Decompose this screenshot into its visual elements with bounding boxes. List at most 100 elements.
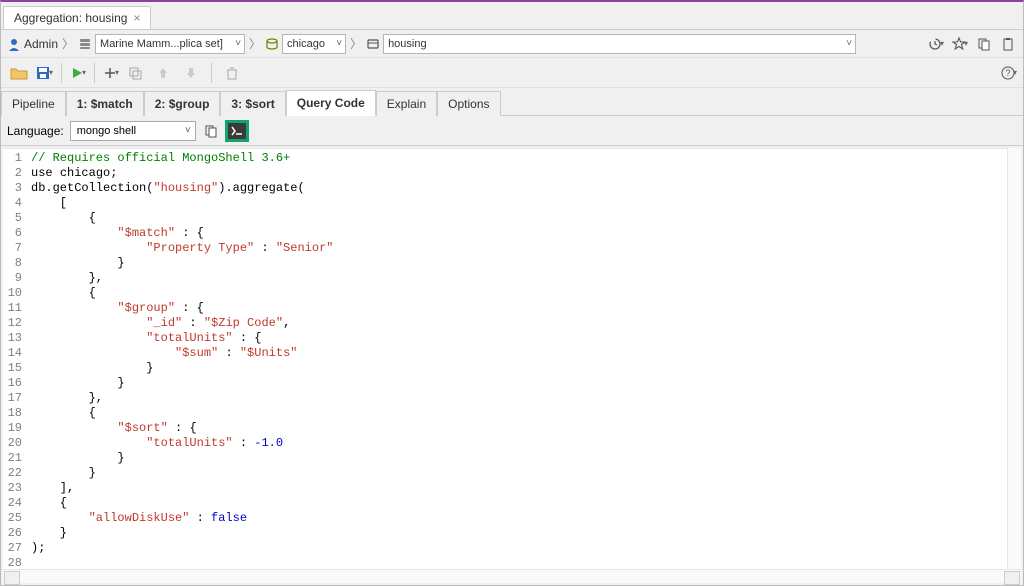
code-line[interactable]: } <box>31 256 1021 271</box>
code-line[interactable]: "totalUnits" : { <box>31 331 1021 346</box>
code-line[interactable]: { <box>31 406 1021 421</box>
document-tabs: Aggregation: housing × <box>1 2 1023 30</box>
code-line[interactable]: { <box>31 211 1021 226</box>
code-line[interactable]: } <box>31 376 1021 391</box>
language-bar: Language: mongo shell <box>1 116 1023 146</box>
breadcrumb-bar: Admin 〉 Marine Mamm...plica set] 〉 chica… <box>1 30 1023 58</box>
tab-pipeline[interactable]: Pipeline <box>1 91 66 116</box>
code-line[interactable]: // Requires official MongoShell 3.6+ <box>31 151 1021 166</box>
copy-icon <box>204 124 218 138</box>
tab-1-match[interactable]: 1: $match <box>66 91 144 116</box>
trash-icon <box>225 66 239 80</box>
duplicate-button[interactable] <box>123 62 147 84</box>
history-button[interactable]: ▾ <box>927 35 945 53</box>
favorite-button[interactable]: ▾ <box>951 35 969 53</box>
code-line[interactable]: "$sort" : { <box>31 421 1021 436</box>
crumb-sep: 〉 <box>60 35 76 52</box>
paste-button[interactable] <box>999 35 1017 53</box>
connection-value: Marine Mamm...plica set] <box>100 38 223 50</box>
code-line[interactable]: }, <box>31 271 1021 286</box>
line-number: 26 <box>3 526 22 541</box>
line-number: 25 <box>3 511 22 526</box>
line-number: 19 <box>3 421 22 436</box>
collection-select[interactable]: housing <box>383 34 856 54</box>
run-button[interactable]: ▾ <box>70 66 86 80</box>
code-editor[interactable]: 1234567891011121314151617181920212223242… <box>3 148 1021 583</box>
code-line[interactable]: ); <box>31 541 1021 556</box>
tab-query-code[interactable]: Query Code <box>286 90 376 116</box>
close-icon[interactable]: × <box>133 11 140 25</box>
add-button[interactable]: ▾ <box>103 66 119 80</box>
code-line[interactable]: "totalUnits" : -1.0 <box>31 436 1021 451</box>
line-gutter: 1234567891011121314151617181920212223242… <box>3 149 25 569</box>
code-line[interactable] <box>31 556 1021 569</box>
database-icon <box>265 37 279 51</box>
language-select[interactable]: mongo shell <box>70 121 196 141</box>
move-down-button[interactable] <box>179 62 203 84</box>
code-line[interactable]: [ <box>31 196 1021 211</box>
code-line[interactable]: } <box>31 526 1021 541</box>
folder-icon <box>10 65 28 81</box>
line-number: 18 <box>3 406 22 421</box>
line-number: 7 <box>3 241 22 256</box>
copy-icon <box>977 37 991 51</box>
vertical-scrollbar[interactable] <box>1007 148 1021 569</box>
line-number: 22 <box>3 466 22 481</box>
copy-button[interactable] <box>975 35 993 53</box>
code-line[interactable]: } <box>31 361 1021 376</box>
tab-explain[interactable]: Explain <box>376 91 437 116</box>
crumb-connection[interactable]: Marine Mamm...plica set] <box>78 34 245 54</box>
code-line[interactable]: "$match" : { <box>31 226 1021 241</box>
save-button[interactable]: ▾ <box>35 65 53 81</box>
code-line[interactable]: "$group" : { <box>31 301 1021 316</box>
code-line[interactable]: }, <box>31 391 1021 406</box>
code-line[interactable]: use chicago; <box>31 166 1021 181</box>
line-number: 11 <box>3 301 22 316</box>
line-number: 5 <box>3 211 22 226</box>
delete-button[interactable] <box>220 62 244 84</box>
code-line[interactable]: { <box>31 496 1021 511</box>
connection-select[interactable]: Marine Mamm...plica set] <box>95 34 245 54</box>
line-number: 27 <box>3 541 22 556</box>
tab-3-sort[interactable]: 3: $sort <box>220 91 285 116</box>
crumb-database[interactable]: chicago <box>265 34 346 54</box>
horizontal-scrollbar[interactable] <box>3 569 1021 583</box>
code-line[interactable]: db.getCollection("housing").aggregate( <box>31 181 1021 196</box>
collection-value: housing <box>388 38 427 50</box>
code-area[interactable]: // Requires official MongoShell 3.6+use … <box>25 149 1021 569</box>
crumb-user[interactable]: Admin <box>7 37 58 51</box>
doc-tab-aggregation[interactable]: Aggregation: housing × <box>3 6 151 29</box>
code-line[interactable]: "Property Type" : "Senior" <box>31 241 1021 256</box>
folder-button[interactable] <box>7 62 31 84</box>
svg-text:?: ? <box>1005 68 1010 78</box>
duplicate-icon <box>128 66 142 80</box>
language-label: Language: <box>7 124 64 138</box>
code-line[interactable]: ], <box>31 481 1021 496</box>
code-line[interactable]: "allowDiskUse" : false <box>31 511 1021 526</box>
code-line[interactable]: } <box>31 451 1021 466</box>
open-shell-button[interactable] <box>226 121 248 141</box>
help-button[interactable]: ? ▾ <box>1001 66 1017 80</box>
database-select[interactable]: chicago <box>282 34 346 54</box>
arrow-down-icon <box>185 66 197 80</box>
line-number: 15 <box>3 361 22 376</box>
line-number: 17 <box>3 391 22 406</box>
crumb-sep: 〉 <box>247 35 263 52</box>
copy-code-button[interactable] <box>202 122 220 140</box>
tab-2-group[interactable]: 2: $group <box>144 91 221 116</box>
user-icon <box>7 37 21 51</box>
line-number: 6 <box>3 226 22 241</box>
crumb-collection[interactable]: housing <box>366 34 856 54</box>
code-line[interactable]: { <box>31 286 1021 301</box>
code-line[interactable]: "_id" : "$Zip Code", <box>31 316 1021 331</box>
code-line[interactable]: "$sum" : "$Units" <box>31 346 1021 361</box>
move-up-button[interactable] <box>151 62 175 84</box>
line-number: 3 <box>3 181 22 196</box>
line-number: 28 <box>3 556 22 569</box>
right-toolbar: ▾ ▾ <box>927 35 1017 53</box>
paste-icon <box>1001 37 1015 51</box>
doc-tab-title: Aggregation: housing <box>14 11 127 25</box>
code-line[interactable]: } <box>31 466 1021 481</box>
line-number: 24 <box>3 496 22 511</box>
tab-options[interactable]: Options <box>437 91 500 116</box>
